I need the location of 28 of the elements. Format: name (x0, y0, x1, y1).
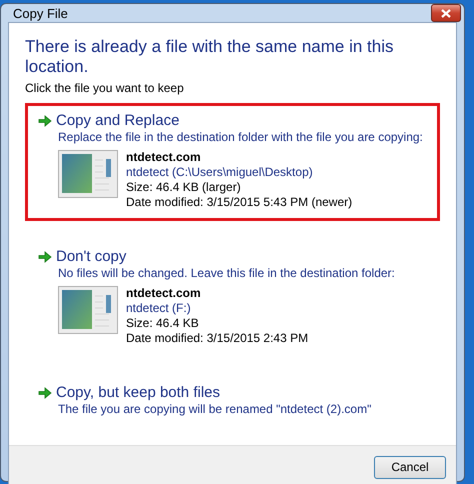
arrow-icon (38, 250, 52, 262)
cancel-button[interactable]: Cancel (374, 456, 446, 478)
close-button[interactable] (431, 4, 461, 22)
instruction-text: Click the file you want to keep (25, 81, 185, 95)
option[interactable]: Copy, but keep both files The file you are copying will be renamed "ntdetect (2).com" (25, 375, 440, 427)
file-thumbnail-icon (58, 150, 118, 198)
file-size: Size: 46.4 KB (126, 316, 200, 331)
highlighted-option[interactable] (25, 103, 440, 221)
file-thumbnail-icon (58, 286, 118, 334)
dialog-heading: There is already a file with the same name in this location. (25, 37, 395, 77)
window-title: Copy File (12, 6, 68, 20)
option-description: Replace the file in the destination folder with the file you are copying: (58, 130, 424, 144)
file-location: ntdetect (F:) (126, 301, 192, 316)
arrow-icon (38, 114, 52, 126)
option-title: Don't copy (56, 248, 126, 265)
option-description: The file you are copying will be renamed "ntdetect (2).com" (58, 402, 372, 416)
option-description: No files will be changed. Leave this file in the destination folder: (58, 266, 396, 280)
file-date: Date modified: 3/15/2015 2:43 PM (126, 331, 308, 346)
file-date: Date modified: 3/15/2015 5:43 PM (newer) (126, 195, 352, 210)
file-name: ntdetect.com (126, 286, 202, 301)
file-size: Size: 46.4 KB (larger) (126, 180, 242, 195)
close-icon (441, 8, 451, 18)
file-name: ntdetect.com (126, 150, 202, 165)
option-title: Copy and Replace (56, 112, 180, 129)
file-location: ntdetect (C:\Users\miguel\Desktop) (126, 165, 314, 180)
option[interactable]: Don't copy No files will be changed. Leave this file in the destination folder: ntdetect.com ntdetect (F:) Size: 46.4 KB Date modified: 3/15/2015 2:43 PM (25, 239, 440, 357)
option-title: Copy, but keep both files (56, 384, 220, 401)
arrow-icon (38, 386, 52, 398)
